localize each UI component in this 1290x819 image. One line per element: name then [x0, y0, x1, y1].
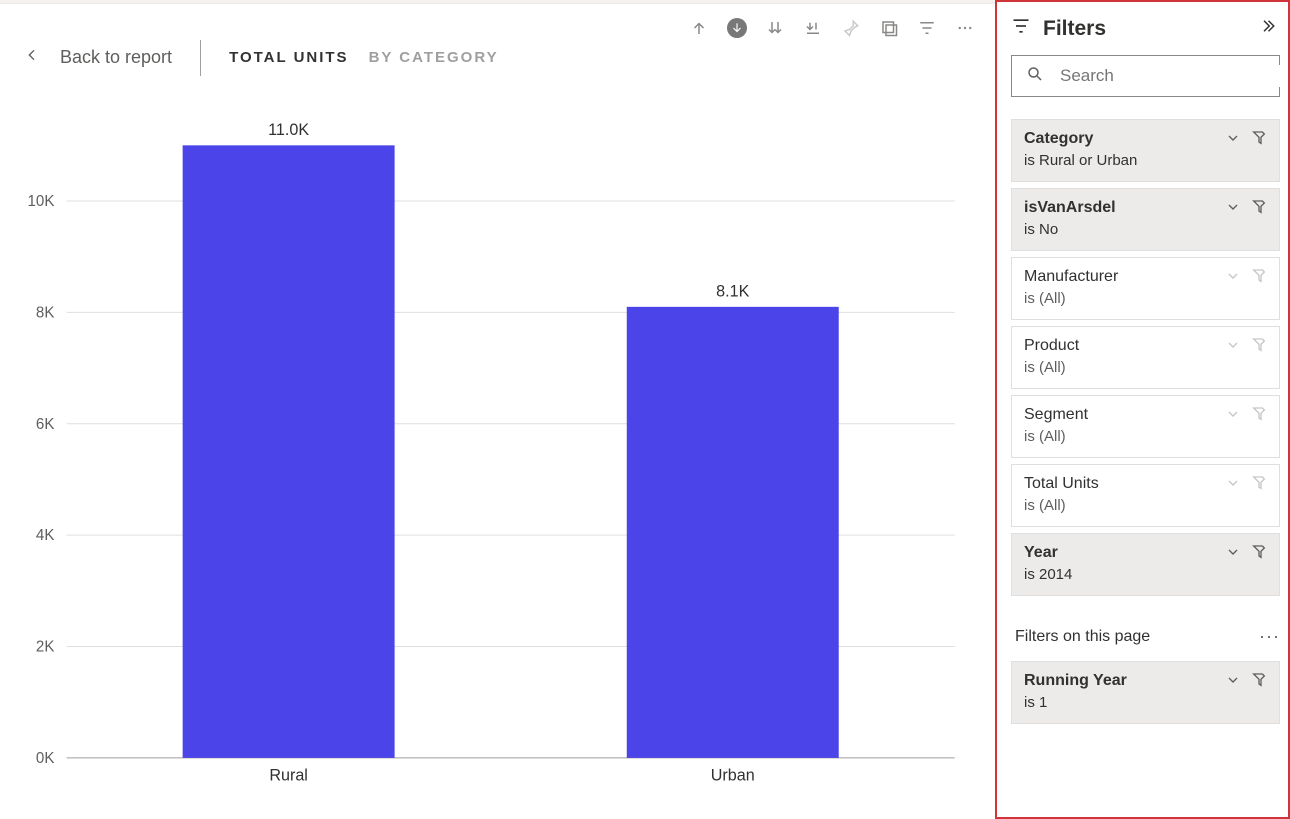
- filter-name: Year: [1024, 544, 1225, 562]
- filter-name: Total Units: [1024, 475, 1225, 493]
- svg-text:11.0K: 11.0K: [268, 122, 309, 140]
- visual-toolbar: [689, 18, 975, 38]
- clear-filter-icon[interactable]: [1251, 268, 1267, 289]
- clear-filter-icon[interactable]: [1251, 475, 1267, 496]
- svg-text:0K: 0K: [36, 750, 55, 767]
- filter-value: is (All): [1024, 497, 1225, 514]
- filter-value: is (All): [1024, 290, 1225, 307]
- breadcrumb: Back to report TOTAL UNITS BY CATEGORY: [0, 38, 995, 78]
- bar-chart[interactable]: 0K 2K 4K 6K 8K 10K 11.0K Rural 8.1K Urban: [0, 77, 995, 819]
- filter-card[interactable]: Category is Rural or Urban: [1011, 119, 1280, 182]
- back-to-report-link[interactable]: Back to report: [60, 47, 172, 68]
- filter-card[interactable]: Running Year is 1: [1011, 661, 1280, 724]
- pin-icon[interactable]: [841, 18, 861, 38]
- filter-name: isVanArsdel: [1024, 199, 1225, 217]
- svg-text:Rural: Rural: [269, 767, 308, 785]
- expand-all-icon[interactable]: [803, 18, 823, 38]
- bar[interactable]: [627, 307, 839, 758]
- window-top-strip: [0, 0, 995, 4]
- filter-card[interactable]: isVanArsdel is No: [1011, 188, 1280, 251]
- filter-name: Category: [1024, 130, 1225, 148]
- filters-title: Filters: [1043, 17, 1246, 41]
- tab-by-category[interactable]: BY CATEGORY: [369, 49, 499, 66]
- filters-pane: Filters Category is Rural or Urban isVanAr…: [995, 0, 1290, 819]
- filter-value: is Rural or Urban: [1024, 152, 1225, 169]
- page-filters-more-icon[interactable]: ···: [1259, 626, 1280, 647]
- svg-text:10K: 10K: [28, 194, 55, 211]
- clear-filter-icon[interactable]: [1251, 672, 1267, 693]
- filter-value: is (All): [1024, 359, 1225, 376]
- filter-name: Product: [1024, 337, 1225, 355]
- search-icon: [1026, 65, 1044, 88]
- drill-up-icon[interactable]: [689, 18, 709, 38]
- filter-value: is 1: [1024, 694, 1225, 711]
- filter-card[interactable]: Total Units is (All): [1011, 464, 1280, 527]
- svg-text:8.1K: 8.1K: [716, 283, 749, 301]
- svg-text:4K: 4K: [36, 528, 55, 545]
- filters-search-input[interactable]: [1058, 65, 1283, 87]
- clear-filter-icon[interactable]: [1251, 199, 1267, 220]
- chevron-down-icon[interactable]: [1225, 337, 1241, 358]
- clear-filter-icon[interactable]: [1251, 130, 1267, 151]
- page-filters-list: Running Year is 1: [1011, 661, 1280, 724]
- filter-name: Manufacturer: [1024, 268, 1225, 286]
- svg-text:6K: 6K: [36, 416, 55, 433]
- tab-total-units[interactable]: TOTAL UNITS: [229, 49, 349, 66]
- chevron-down-icon[interactable]: [1225, 130, 1241, 151]
- filters-search[interactable]: [1011, 55, 1280, 97]
- expand-down-icon[interactable]: [765, 18, 785, 38]
- svg-text:2K: 2K: [36, 639, 55, 656]
- clear-filter-icon[interactable]: [1251, 406, 1267, 427]
- filter-card[interactable]: Year is 2014: [1011, 533, 1280, 596]
- visual-filters-list: Category is Rural or Urban isVanArsdel is N…: [1011, 119, 1280, 596]
- filters-page-section-label: Filters on this page: [1015, 628, 1150, 646]
- chevron-down-icon[interactable]: [1225, 199, 1241, 220]
- chevron-down-icon[interactable]: [1225, 406, 1241, 427]
- filter-card[interactable]: Product is (All): [1011, 326, 1280, 389]
- breadcrumb-separator: [200, 40, 201, 76]
- filter-card[interactable]: Segment is (All): [1011, 395, 1280, 458]
- drill-down-on-icon[interactable]: [727, 18, 747, 38]
- filter-icon[interactable]: [917, 18, 937, 38]
- chevron-down-icon[interactable]: [1225, 475, 1241, 496]
- filter-name: Running Year: [1024, 672, 1225, 690]
- more-icon[interactable]: [955, 18, 975, 38]
- back-chevron-icon[interactable]: [24, 47, 40, 68]
- filters-icon: [1011, 16, 1031, 41]
- bar[interactable]: [183, 146, 395, 759]
- clear-filter-icon[interactable]: [1251, 544, 1267, 565]
- filter-name: Segment: [1024, 406, 1225, 424]
- filter-value: is 2014: [1024, 566, 1225, 583]
- clear-filter-icon[interactable]: [1251, 337, 1267, 358]
- filter-value: is No: [1024, 221, 1225, 238]
- chevron-down-icon[interactable]: [1225, 268, 1241, 289]
- chevron-down-icon[interactable]: [1225, 672, 1241, 693]
- chevron-down-icon[interactable]: [1225, 544, 1241, 565]
- collapse-pane-icon[interactable]: [1258, 17, 1276, 40]
- svg-text:Urban: Urban: [711, 767, 755, 785]
- focus-mode-icon[interactable]: [879, 18, 899, 38]
- filter-value: is (All): [1024, 428, 1225, 445]
- filter-card[interactable]: Manufacturer is (All): [1011, 257, 1280, 320]
- svg-text:8K: 8K: [36, 305, 55, 322]
